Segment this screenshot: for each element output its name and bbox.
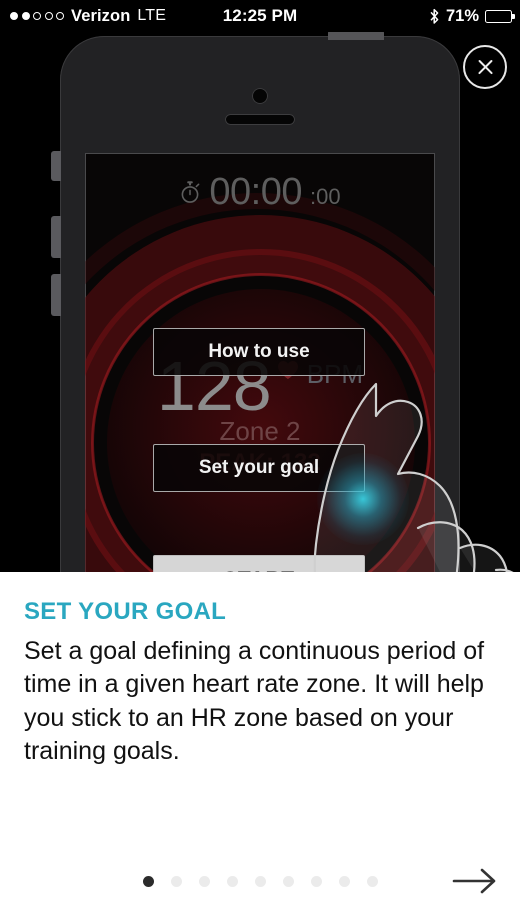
phone-device-mockup: 00:00 :00 128 BPM Zone 2 PEAK: 132 bbox=[51, 32, 460, 572]
arrow-right-icon[interactable] bbox=[449, 862, 501, 900]
page-description: Set a goal defining a continuous period … bbox=[24, 637, 485, 765]
page-dot-6[interactable] bbox=[282, 876, 294, 887]
status-bar: Verizon LTE 12:25 PM 71% bbox=[0, 0, 520, 32]
tutorial-illustration-panel: 00:00 :00 128 BPM Zone 2 PEAK: 132 bbox=[0, 32, 520, 572]
tutorial-text-panel: SET YOUR GOAL Set a goal defining a cont… bbox=[0, 572, 520, 923]
page-dot-9[interactable] bbox=[366, 876, 378, 887]
stopwatch-icon bbox=[179, 180, 201, 204]
set-your-goal-button[interactable]: Set your goal bbox=[153, 444, 365, 492]
volume-down-button bbox=[51, 274, 61, 316]
workout-timer: 00:00 :00 bbox=[85, 173, 435, 211]
earpiece-speaker bbox=[225, 114, 295, 125]
page-dot-4[interactable] bbox=[226, 876, 238, 887]
front-camera bbox=[252, 88, 268, 104]
page-indicator[interactable] bbox=[0, 876, 520, 887]
page-dot-8[interactable] bbox=[338, 876, 350, 887]
silent-switch bbox=[51, 151, 61, 181]
page-dot-5[interactable] bbox=[254, 876, 266, 887]
timer-centiseconds: :00 bbox=[309, 184, 341, 209]
how-to-use-button[interactable]: How to use bbox=[153, 328, 365, 376]
bluetooth-icon bbox=[429, 8, 440, 25]
page-dot-2[interactable] bbox=[170, 876, 182, 887]
start-button[interactable]: START bbox=[153, 555, 365, 572]
page-dot-3[interactable] bbox=[198, 876, 210, 887]
page-title: SET YOUR GOAL bbox=[24, 598, 227, 625]
page-dot-1[interactable] bbox=[142, 876, 154, 887]
volume-up-button bbox=[51, 216, 61, 258]
close-icon[interactable] bbox=[463, 45, 507, 89]
heart-rate-zone: Zone 2 bbox=[219, 415, 301, 446]
battery-percent-label: 71% bbox=[445, 6, 479, 25]
battery-icon bbox=[485, 9, 515, 23]
page-dot-7[interactable] bbox=[310, 876, 322, 887]
power-button bbox=[328, 32, 384, 40]
timer-main-value: 00:00 bbox=[209, 171, 302, 213]
app-screen: 00:00 :00 128 BPM Zone 2 PEAK: 132 bbox=[85, 153, 435, 572]
status-bar-right: 71% bbox=[429, 7, 520, 26]
